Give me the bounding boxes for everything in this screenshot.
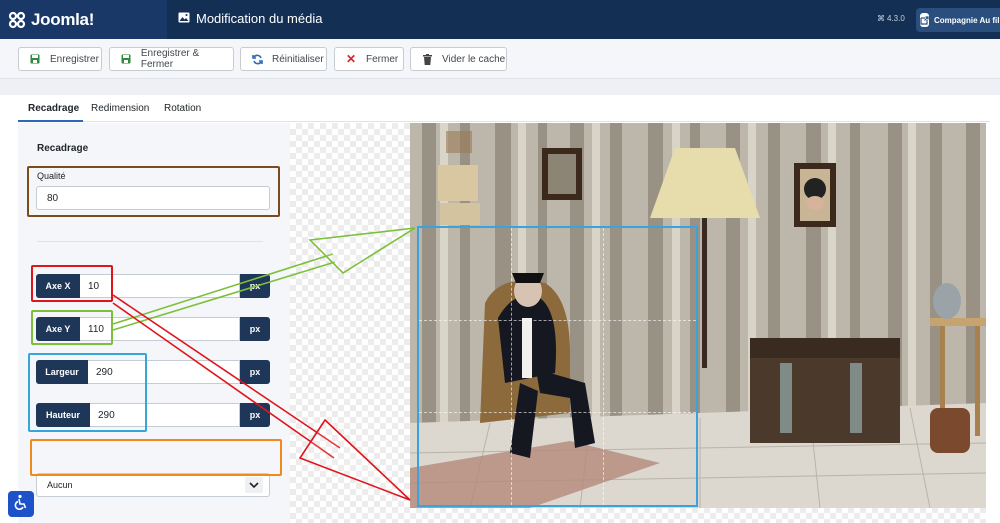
close-button[interactable]: ✕ Fermer	[334, 47, 404, 71]
joomla-logo[interactable]: Joomla!	[0, 0, 167, 39]
external-link-icon	[920, 13, 929, 27]
logo-text: Joomla!	[31, 9, 95, 29]
x-axis-unit: px	[240, 274, 270, 298]
version-text: 4.3.0	[887, 14, 905, 23]
active-tab-indicator	[18, 120, 83, 122]
save-label: Enregistrer	[50, 53, 99, 65]
divider	[37, 241, 263, 242]
close-label: Fermer	[366, 53, 399, 65]
edit-tabs: Recadrage Redimension Rotation	[18, 98, 990, 122]
clear-cache-button[interactable]: Vider le cache	[410, 47, 507, 71]
width-label: Largeur	[36, 360, 88, 384]
crop-grid-line	[419, 320, 696, 322]
image-icon	[178, 11, 190, 26]
height-label: Hauteur	[36, 403, 90, 427]
chevron-down-icon	[245, 477, 263, 493]
x-axis-field: Axe X 10 px	[36, 274, 270, 298]
width-field: Largeur 290 px	[36, 360, 270, 384]
quality-label: Qualité	[37, 171, 66, 181]
quality-input[interactable]: 80	[36, 186, 270, 210]
height-field: Hauteur 290 px	[36, 403, 270, 427]
x-axis-input[interactable]: 10	[80, 274, 240, 298]
y-axis-input[interactable]: 110	[80, 317, 240, 341]
save-close-button[interactable]: Enregistrer & Fermer	[109, 47, 234, 71]
crop-grid-line	[511, 228, 513, 505]
joomla-small-icon: ⌘	[877, 14, 885, 23]
save-button[interactable]: Enregistrer	[18, 47, 102, 71]
crop-grid-line	[419, 412, 696, 414]
crop-section-title: Recadrage	[37, 143, 89, 154]
trash-icon	[421, 53, 433, 65]
height-unit: px	[240, 403, 270, 427]
version-info: ⌘ 4.3.0	[877, 14, 905, 23]
y-axis-unit: px	[240, 317, 270, 341]
accessibility-button[interactable]	[8, 491, 34, 517]
clear-cache-label: Vider le cache	[442, 53, 506, 65]
width-input[interactable]: 290	[88, 360, 240, 384]
page-title: Modification du média	[178, 11, 322, 26]
tab-rotation[interactable]: Rotation	[164, 103, 201, 114]
x-axis-label: Axe X	[36, 274, 80, 298]
crop-grid-line	[603, 228, 605, 505]
app-header: Joomla! Modification du média ⌘ 4.3.0 Co…	[0, 0, 1000, 39]
crop-settings-panel: Recadrage Qualité 80 Axe X 10 px Axe Y 1…	[18, 123, 290, 523]
tab-recadrage[interactable]: Recadrage	[28, 103, 79, 114]
reset-label: Réinitialiser	[272, 53, 324, 65]
save-icon	[120, 53, 132, 65]
page-title-text: Modification du média	[196, 11, 323, 26]
joomla-logo-icon	[7, 10, 27, 30]
crop-selection-box[interactable]	[417, 226, 698, 507]
toolbar: Enregistrer Enregistrer & Fermer Réiniti…	[0, 39, 1000, 79]
site-link-button[interactable]: Compagnie Au fil de	[916, 8, 1000, 32]
y-axis-field: Axe Y 110 px	[36, 317, 270, 341]
width-unit: px	[240, 360, 270, 384]
save-close-label: Enregistrer & Fermer	[140, 48, 200, 70]
aspect-ratio-value: Aucun	[47, 480, 73, 490]
tab-redimension[interactable]: Redimension	[91, 103, 149, 114]
aspect-ratio-select[interactable]: Aucun	[36, 473, 270, 497]
refresh-icon	[251, 53, 263, 65]
y-axis-label: Axe Y	[36, 317, 80, 341]
height-input[interactable]: 290	[90, 403, 240, 427]
site-link-label: Compagnie Au fil de	[934, 15, 1000, 25]
reset-button[interactable]: Réinitialiser	[240, 47, 327, 71]
close-icon: ✕	[345, 52, 357, 66]
accessibility-icon	[13, 494, 29, 515]
save-icon	[29, 53, 41, 65]
